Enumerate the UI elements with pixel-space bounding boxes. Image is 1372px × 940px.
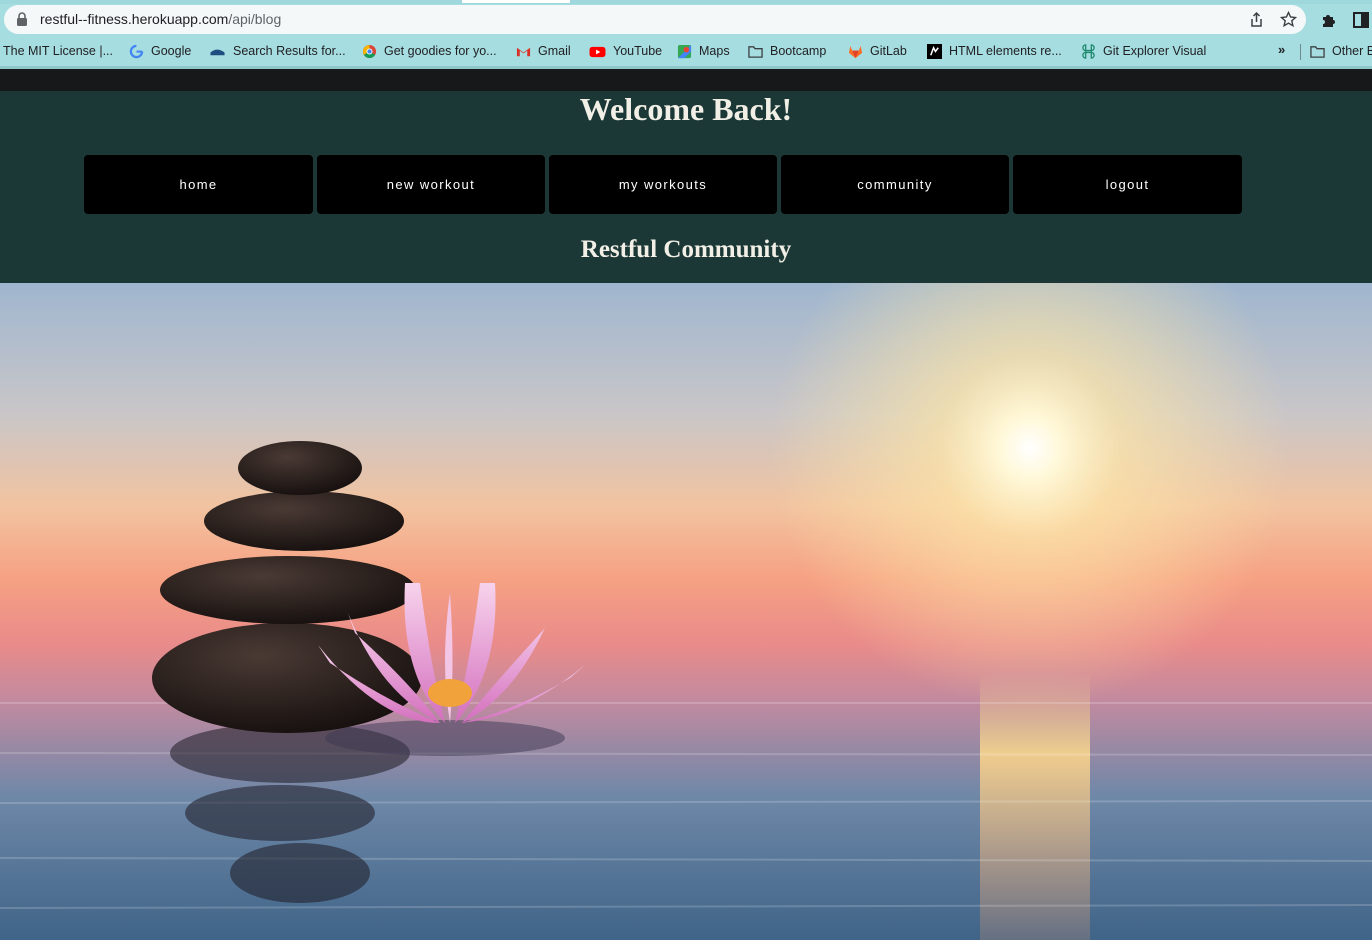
bookmark-label: Get goodies for yo... bbox=[384, 44, 497, 58]
bookmark-label: YouTube bbox=[613, 44, 663, 58]
folder-icon bbox=[1310, 45, 1325, 58]
bookmarks-bar: The MIT License |... Google Search Resul… bbox=[0, 36, 1372, 66]
side-panel-icon[interactable] bbox=[1353, 12, 1369, 28]
zen-sunset-illustration bbox=[0, 283, 1372, 940]
extensions-puzzle-icon[interactable] bbox=[1321, 12, 1337, 28]
bookmark-maps[interactable]: Maps bbox=[677, 42, 730, 60]
bookmarks-divider bbox=[1300, 44, 1301, 60]
address-bar[interactable]: restful--fitness.herokuapp.com/api/blog bbox=[4, 5, 1306, 34]
site-header: Welcome Back! home new workout my workou… bbox=[0, 91, 1372, 283]
bookmark-label: Git Explorer Visual bbox=[1103, 44, 1207, 58]
bookmark-folder-other[interactable]: Other B bbox=[1310, 42, 1372, 60]
git-explorer-icon bbox=[1082, 43, 1095, 59]
bookmarks-overflow-button[interactable]: » bbox=[1278, 42, 1285, 57]
bookmark-gitlab[interactable]: GitLab bbox=[848, 42, 907, 60]
url-path: /api/blog bbox=[228, 11, 282, 27]
bookmark-label: HTML elements re... bbox=[949, 44, 1062, 58]
gitlab-icon bbox=[848, 45, 863, 58]
nav-community-button[interactable]: community bbox=[781, 155, 1009, 214]
active-tab-indicator bbox=[462, 0, 570, 3]
bookmark-star-icon[interactable] bbox=[1280, 11, 1297, 28]
bookmark-label: Maps bbox=[699, 44, 730, 58]
bookmark-search-results[interactable]: Search Results for... bbox=[209, 42, 346, 60]
nav-label: home bbox=[179, 177, 218, 192]
bookmark-label: Bootcamp bbox=[770, 44, 827, 58]
bookmark-get-goodies[interactable]: Get goodies for yo... bbox=[362, 42, 497, 60]
bookmark-label: GitLab bbox=[870, 44, 907, 58]
bookmark-git-explorer[interactable]: Git Explorer Visual bbox=[1081, 42, 1206, 60]
hero-image bbox=[0, 283, 1372, 940]
bookmark-google[interactable]: Google bbox=[129, 42, 191, 60]
folder-icon bbox=[748, 45, 763, 58]
nav-label: new workout bbox=[386, 177, 476, 192]
gmail-icon bbox=[516, 47, 531, 56]
nav-label: my workouts bbox=[618, 177, 708, 192]
mdn-icon bbox=[927, 43, 942, 59]
community-title: Restful Community bbox=[580, 236, 792, 263]
page-top-strip bbox=[0, 69, 1372, 91]
bookmark-label: Google bbox=[151, 44, 192, 58]
bookmark-gmail[interactable]: Gmail bbox=[516, 42, 571, 60]
bookmark-youtube[interactable]: YouTube bbox=[589, 42, 662, 60]
share-icon[interactable] bbox=[1248, 11, 1265, 28]
bank-icon bbox=[210, 49, 225, 55]
bookmark-html-elements[interactable]: HTML elements re... bbox=[927, 42, 1062, 60]
nav-label: logout bbox=[1105, 177, 1150, 192]
google-icon bbox=[129, 44, 144, 58]
bookmark-label: Gmail bbox=[538, 44, 571, 58]
chrome-icon bbox=[362, 44, 377, 58]
browser-toolbar: restful--fitness.herokuapp.com/api/blog bbox=[0, 4, 1372, 36]
url-host: restful--fitness.herokuapp.com bbox=[40, 11, 229, 27]
bookmark-label: The MIT License |... bbox=[3, 44, 114, 58]
youtube-icon bbox=[589, 46, 606, 57]
maps-icon bbox=[677, 44, 692, 58]
nav-logout-button[interactable]: logout bbox=[1013, 155, 1242, 214]
nav-my-workouts-button[interactable]: my workouts bbox=[549, 155, 777, 214]
nav-label: community bbox=[857, 177, 933, 192]
nav-home-button[interactable]: home bbox=[84, 155, 313, 214]
url-text[interactable]: restful--fitness.herokuapp.com/api/blog bbox=[40, 11, 281, 27]
bookmark-mit-license[interactable]: The MIT License |... bbox=[3, 42, 113, 60]
lock-icon[interactable] bbox=[16, 12, 28, 26]
bookmark-folder-bootcamp[interactable]: Bootcamp bbox=[748, 42, 826, 60]
bookmark-label: Search Results for... bbox=[233, 44, 346, 58]
welcome-heading: Welcome Back! bbox=[579, 91, 793, 127]
bookmark-label: Other B bbox=[1332, 44, 1372, 58]
nav-new-workout-button[interactable]: new workout bbox=[317, 155, 545, 214]
